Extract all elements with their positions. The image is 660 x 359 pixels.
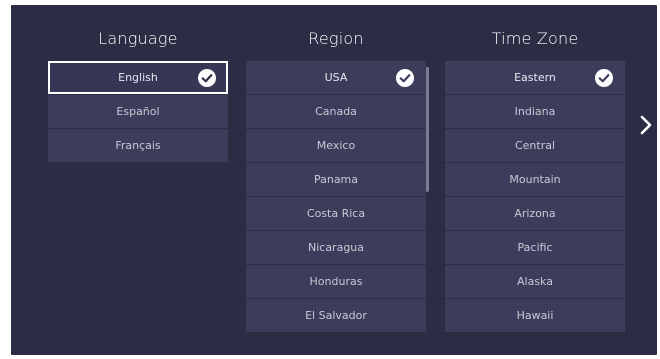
language-title: Language bbox=[98, 29, 178, 48]
timezone-item-label: Eastern bbox=[514, 71, 556, 84]
region-item-canada[interactable]: Canada bbox=[246, 95, 426, 128]
language-item-label: Español bbox=[116, 105, 160, 118]
region-item-label: USA bbox=[324, 71, 348, 84]
check-circle-icon bbox=[396, 68, 414, 87]
timezone-item-alaska[interactable]: Alaska bbox=[445, 265, 625, 298]
region-item-costa-rica[interactable]: Costa Rica bbox=[246, 197, 426, 230]
region-item-label: Honduras bbox=[309, 275, 363, 288]
timezone-item-pacific[interactable]: Pacific bbox=[445, 231, 625, 264]
region-item-el-salvador[interactable]: El Salvador bbox=[246, 299, 426, 332]
region-item-label: Canada bbox=[315, 105, 357, 118]
timezone-item-label: Hawaii bbox=[516, 309, 554, 322]
language-item-label: English bbox=[118, 71, 158, 84]
timezone-list: Eastern Indiana Central Mountain Arizona… bbox=[445, 61, 625, 333]
timezone-item-hawaii[interactable]: Hawaii bbox=[445, 299, 625, 332]
check-circle-icon bbox=[595, 68, 613, 87]
timezone-item-label: Central bbox=[514, 139, 556, 152]
region-scrollbar[interactable] bbox=[426, 67, 429, 192]
timezone-item-label: Mountain bbox=[509, 173, 561, 186]
timezone-item-central[interactable]: Central bbox=[445, 129, 625, 162]
timezone-item-eastern[interactable]: Eastern bbox=[445, 61, 625, 94]
language-item-english[interactable]: English bbox=[48, 61, 228, 94]
timezone-title: Time Zone bbox=[491, 29, 579, 48]
region-list[interactable]: USA Canada Mexico Panama Costa Rica Nica… bbox=[246, 61, 426, 333]
region-item-label: Panama bbox=[313, 173, 359, 186]
region-item-mexico[interactable]: Mexico bbox=[246, 129, 426, 162]
region-item-nicaragua[interactable]: Nicaragua bbox=[246, 231, 426, 264]
region-item-label: Costa Rica bbox=[306, 207, 366, 220]
timezone-item-mountain[interactable]: Mountain bbox=[445, 163, 625, 196]
timezone-item-label: Alaska bbox=[517, 275, 553, 288]
region-item-label: Nicaragua bbox=[307, 241, 365, 254]
region-item-usa[interactable]: USA bbox=[246, 61, 426, 94]
timezone-item-indiana[interactable]: Indiana bbox=[445, 95, 625, 128]
language-item-francais[interactable]: Français bbox=[48, 129, 228, 162]
region-item-honduras[interactable]: Honduras bbox=[246, 265, 426, 298]
language-item-label: Français bbox=[115, 139, 161, 152]
region-item-panama[interactable]: Panama bbox=[246, 163, 426, 196]
language-list: English Español Français bbox=[48, 61, 228, 163]
region-item-label: El Salvador bbox=[305, 309, 367, 322]
language-item-espanol[interactable]: Español bbox=[48, 95, 228, 128]
timezone-item-arizona[interactable]: Arizona bbox=[445, 197, 625, 230]
timezone-item-label: Indiana bbox=[514, 105, 556, 118]
chevron-right-icon[interactable] bbox=[638, 113, 654, 137]
settings-screen: Language English Español Français Region… bbox=[11, 5, 657, 355]
timezone-item-label: Pacific bbox=[517, 241, 553, 254]
timezone-item-label: Arizona bbox=[514, 207, 556, 220]
check-circle-icon bbox=[198, 68, 216, 87]
region-item-label: Mexico bbox=[316, 139, 356, 152]
region-title: Region bbox=[308, 29, 364, 48]
